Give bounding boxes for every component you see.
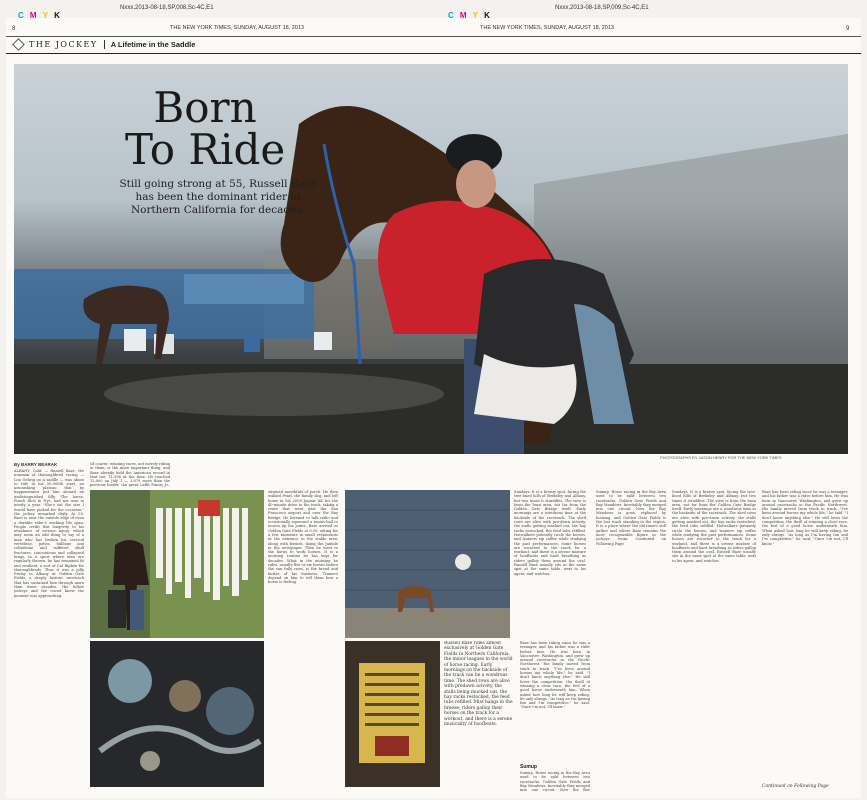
article-column-5: Baze has been riding since he was a teen… (520, 641, 590, 710)
headline-line1: Born (153, 83, 257, 132)
subhead: Sumup (520, 764, 537, 770)
left-folio-line: THE NEW YORK TIMES, SUNDAY, AUGUST 18, 2… (170, 25, 304, 31)
article-column-4: Sundays. It is a breezy spot, facing the… (514, 490, 586, 576)
article-column-5b: Sumup. Horse racing in the Bay Area used… (520, 771, 590, 791)
slug-right: Nxxx,2013-08-18,SP,009,Sc-4C,E1 (555, 5, 649, 11)
article-column-1: ALBANY, Calif. — Russell Baze, the ironm… (14, 469, 84, 598)
photo-laundry (90, 490, 264, 638)
photo-goggles (90, 641, 264, 787)
folio-rule (6, 36, 861, 37)
left-page-number: 8 (12, 26, 16, 32)
photo-caption: Russell Baze rides almost exclusively at… (444, 641, 513, 728)
section-series: A Lifetime in the Saddle (110, 40, 196, 49)
article-column-6: Sumup. Horse racing in the Bay Area used… (596, 490, 666, 546)
right-folio-line: THE NEW YORK TIMES, SUNDAY, AUGUST 18, 2… (480, 25, 614, 31)
headline-block: Born To Ride (125, 83, 285, 172)
photo-barn-wall (345, 490, 510, 638)
section-diamond-icon (12, 38, 25, 51)
headline-deck: Still going strong at 55, Russell Baze h… (119, 178, 317, 216)
jump-line: Continued on Following Page (762, 784, 829, 789)
right-page-number: 9 (846, 26, 850, 32)
section-rule (6, 53, 861, 54)
article-column-3: strained mouthfuls of porch. He then wal… (268, 490, 338, 585)
article-column-8: Baze has been riding since he was a teen… (762, 490, 848, 546)
photo-board (345, 641, 440, 787)
section-name: THE JOCKEY (29, 40, 98, 49)
photo-credit: PHOTOGRAPHS BY JASON HENRY FOR THE NEW Y… (660, 455, 782, 460)
headline-line2: To Ride (125, 125, 286, 174)
slug-left: Nxxx,2013-08-18,SP,008,Sc-4C,E1 (120, 5, 214, 11)
section-header: THE JOCKEY A Lifetime in the Saddle (12, 38, 196, 51)
byline: By BARRY BEARAK (14, 462, 58, 467)
article-column-2-top: Of course, winning races, not merely rid… (90, 462, 170, 488)
article-column-7: Sundays. It is a breezy spot, facing the… (672, 490, 756, 563)
